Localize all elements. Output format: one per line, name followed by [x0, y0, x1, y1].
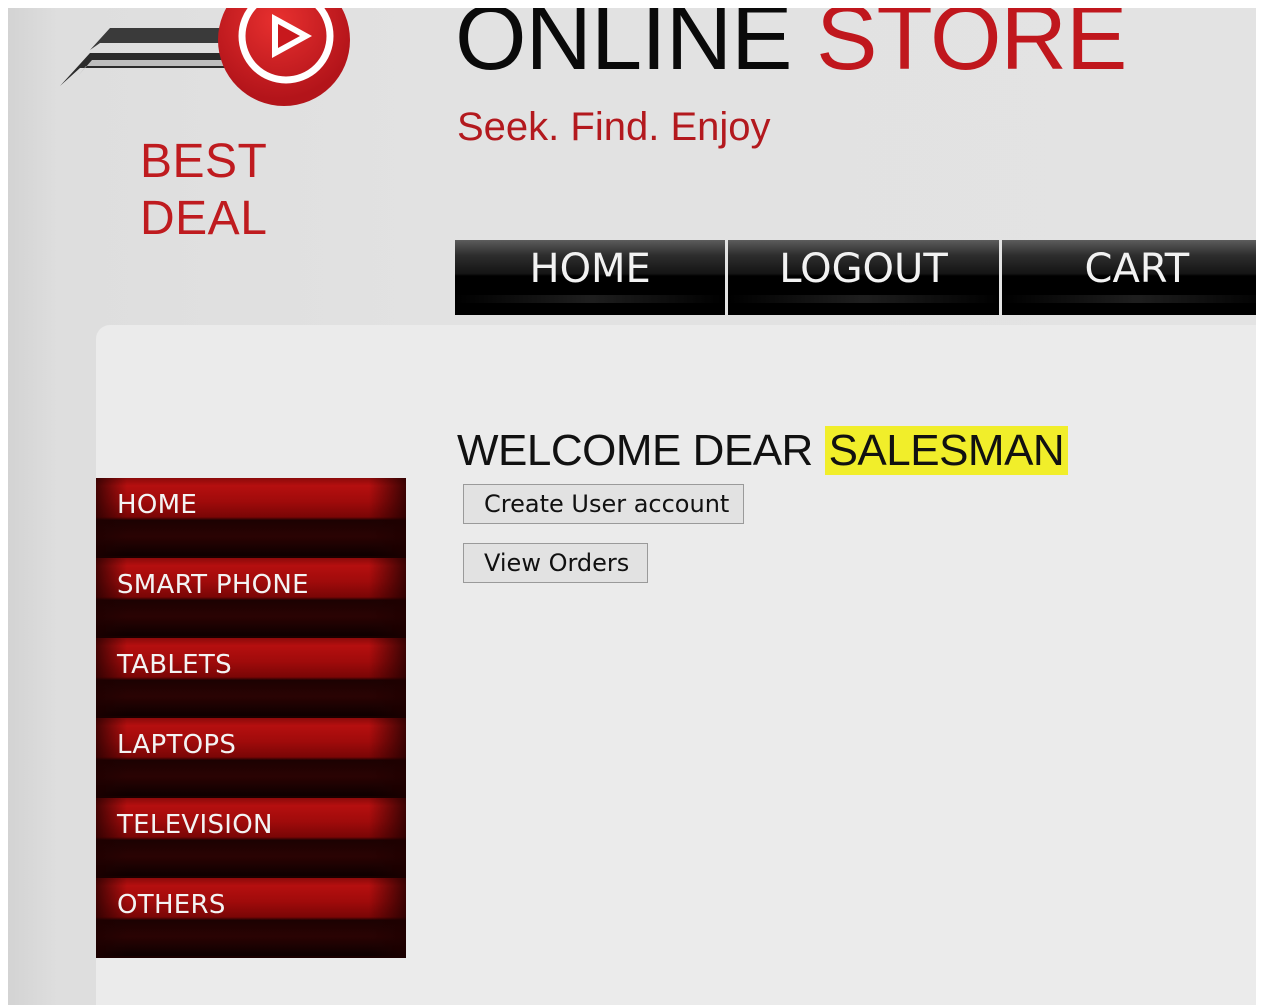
- side-nav-smart-phone[interactable]: SMART PHONE: [96, 558, 406, 636]
- top-nav-logout[interactable]: LOGOUT: [728, 240, 999, 315]
- create-user-account-button[interactable]: Create User account: [463, 484, 744, 524]
- top-nav: HOME LOGOUT CART: [455, 240, 1256, 315]
- tagline: Seek. Find. Enjoy: [457, 105, 771, 149]
- site-title-part2: STORE: [816, 8, 1127, 89]
- logo: [50, 8, 350, 118]
- side-nav-home[interactable]: HOME: [96, 478, 406, 556]
- logo-text: BEST DEAL: [140, 133, 267, 247]
- top-nav-home[interactable]: HOME: [455, 240, 726, 315]
- play-logo-icon: [60, 8, 350, 106]
- welcome-role: SALESMAN: [824, 426, 1069, 475]
- top-nav-cart[interactable]: CART: [1001, 240, 1256, 315]
- side-nav-television[interactable]: TELEVISION: [96, 798, 406, 876]
- welcome-heading: WELCOME DEAR SALESMAN: [457, 426, 1069, 476]
- page: BEST DEAL ONLINE STORE Seek. Find. Enjoy…: [8, 8, 1256, 1005]
- side-nav: HOME SMART PHONE TABLETS LAPTOPS TELEVIS…: [96, 478, 406, 958]
- view-orders-button[interactable]: View Orders: [463, 543, 648, 583]
- side-nav-tablets[interactable]: TABLETS: [96, 638, 406, 716]
- side-nav-laptops[interactable]: LAPTOPS: [96, 718, 406, 796]
- site-title-part1: ONLINE: [455, 8, 793, 89]
- site-title: ONLINE STORE: [455, 8, 1127, 89]
- welcome-prefix: WELCOME DEAR: [457, 426, 813, 475]
- logo-line-1: BEST: [140, 135, 268, 188]
- logo-line-2: DEAL: [140, 192, 268, 245]
- side-nav-others[interactable]: OTHERS: [96, 878, 406, 956]
